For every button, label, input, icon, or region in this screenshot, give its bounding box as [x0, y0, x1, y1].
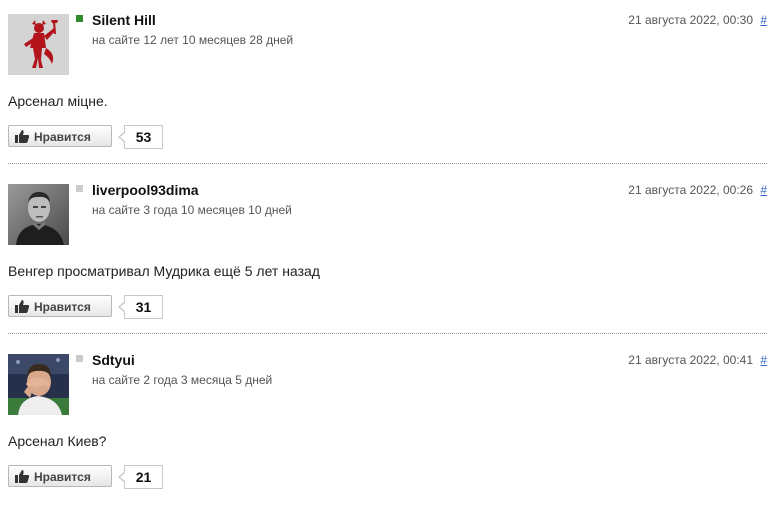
status-indicator — [76, 185, 83, 192]
comment-date: 21 августа 2022, 00:41 — [628, 353, 753, 367]
like-count: 21 — [118, 465, 163, 489]
like-button[interactable]: Нравится — [8, 295, 112, 317]
red-devil-crest-icon — [8, 14, 69, 75]
comment-item: Silent Hill на сайте 12 лет 10 месяцев 2… — [0, 0, 775, 170]
avatar[interactable] — [8, 184, 69, 245]
membership-duration: на сайте 3 года 10 месяцев 10 дней — [92, 203, 292, 217]
comment-item: liverpool93dima на сайте 3 года 10 месяц… — [0, 170, 775, 340]
comment-item: Sdtyui на сайте 2 года 3 месяца 5 дней 2… — [0, 340, 775, 510]
comment-date: 21 августа 2022, 00:26 — [628, 183, 753, 197]
thumbs-up-icon — [15, 130, 30, 143]
like-count: 53 — [118, 125, 163, 149]
permalink[interactable]: # — [760, 13, 767, 27]
like-label: Нравится — [34, 300, 91, 314]
status-indicator — [76, 355, 83, 362]
permalink[interactable]: # — [760, 183, 767, 197]
comment-text: Венгер просматривал Мудрика ещё 5 лет на… — [8, 263, 320, 279]
thumbs-up-icon — [15, 470, 30, 483]
like-label: Нравится — [34, 130, 91, 144]
divider — [8, 333, 767, 334]
like-button[interactable]: Нравится — [8, 125, 112, 147]
status-indicator — [76, 15, 83, 22]
membership-duration: на сайте 2 года 3 месяца 5 дней — [92, 373, 273, 387]
avatar[interactable] — [8, 354, 69, 415]
divider — [8, 163, 767, 164]
membership-duration: на сайте 12 лет 10 месяцев 28 дней — [92, 33, 294, 47]
player-facepalm-icon — [8, 354, 69, 415]
avatar[interactable] — [8, 14, 69, 75]
comment-text: Арсенал міцне. — [8, 93, 108, 109]
like-label: Нравится — [34, 470, 91, 484]
vintage-portrait-icon — [8, 184, 69, 245]
like-count: 31 — [118, 295, 163, 319]
thumbs-up-icon — [15, 300, 30, 313]
username-link[interactable]: liverpool93dima — [92, 182, 199, 198]
like-button[interactable]: Нравится — [8, 465, 112, 487]
permalink[interactable]: # — [760, 353, 767, 367]
username-link[interactable]: Silent Hill — [92, 12, 156, 28]
comment-text: Арсенал Киев? — [8, 433, 107, 449]
username-link[interactable]: Sdtyui — [92, 352, 135, 368]
comment-date: 21 августа 2022, 00:30 — [628, 13, 753, 27]
